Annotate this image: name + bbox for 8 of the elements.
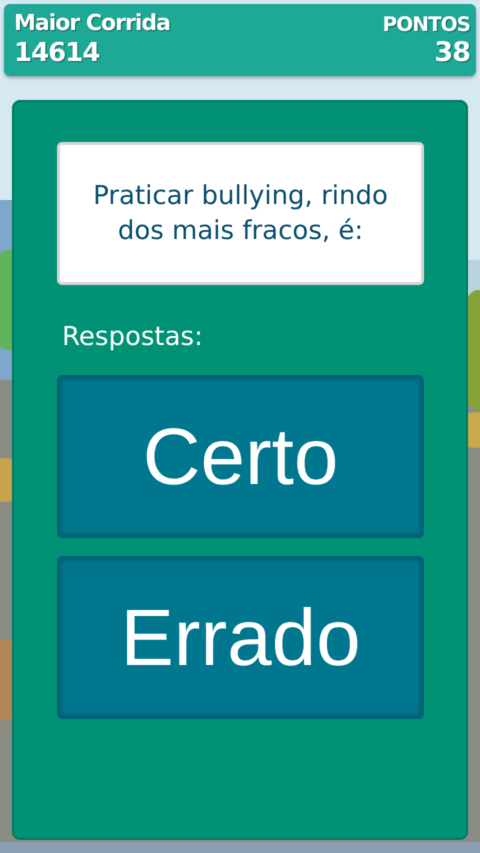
points-label: PONTOS xyxy=(382,11,470,38)
best-run-value: 14614 xyxy=(14,38,100,68)
question-text: Praticar bullying, rindo dos mais fracos, é: xyxy=(92,180,389,248)
answers-label: Respostas: xyxy=(62,321,204,354)
best-run-label: Maior Corrida xyxy=(14,10,170,38)
answer-button[interactable]: Errado xyxy=(57,556,424,719)
points-value: 38 xyxy=(434,38,470,68)
answer-button[interactable]: Certo xyxy=(57,375,424,538)
